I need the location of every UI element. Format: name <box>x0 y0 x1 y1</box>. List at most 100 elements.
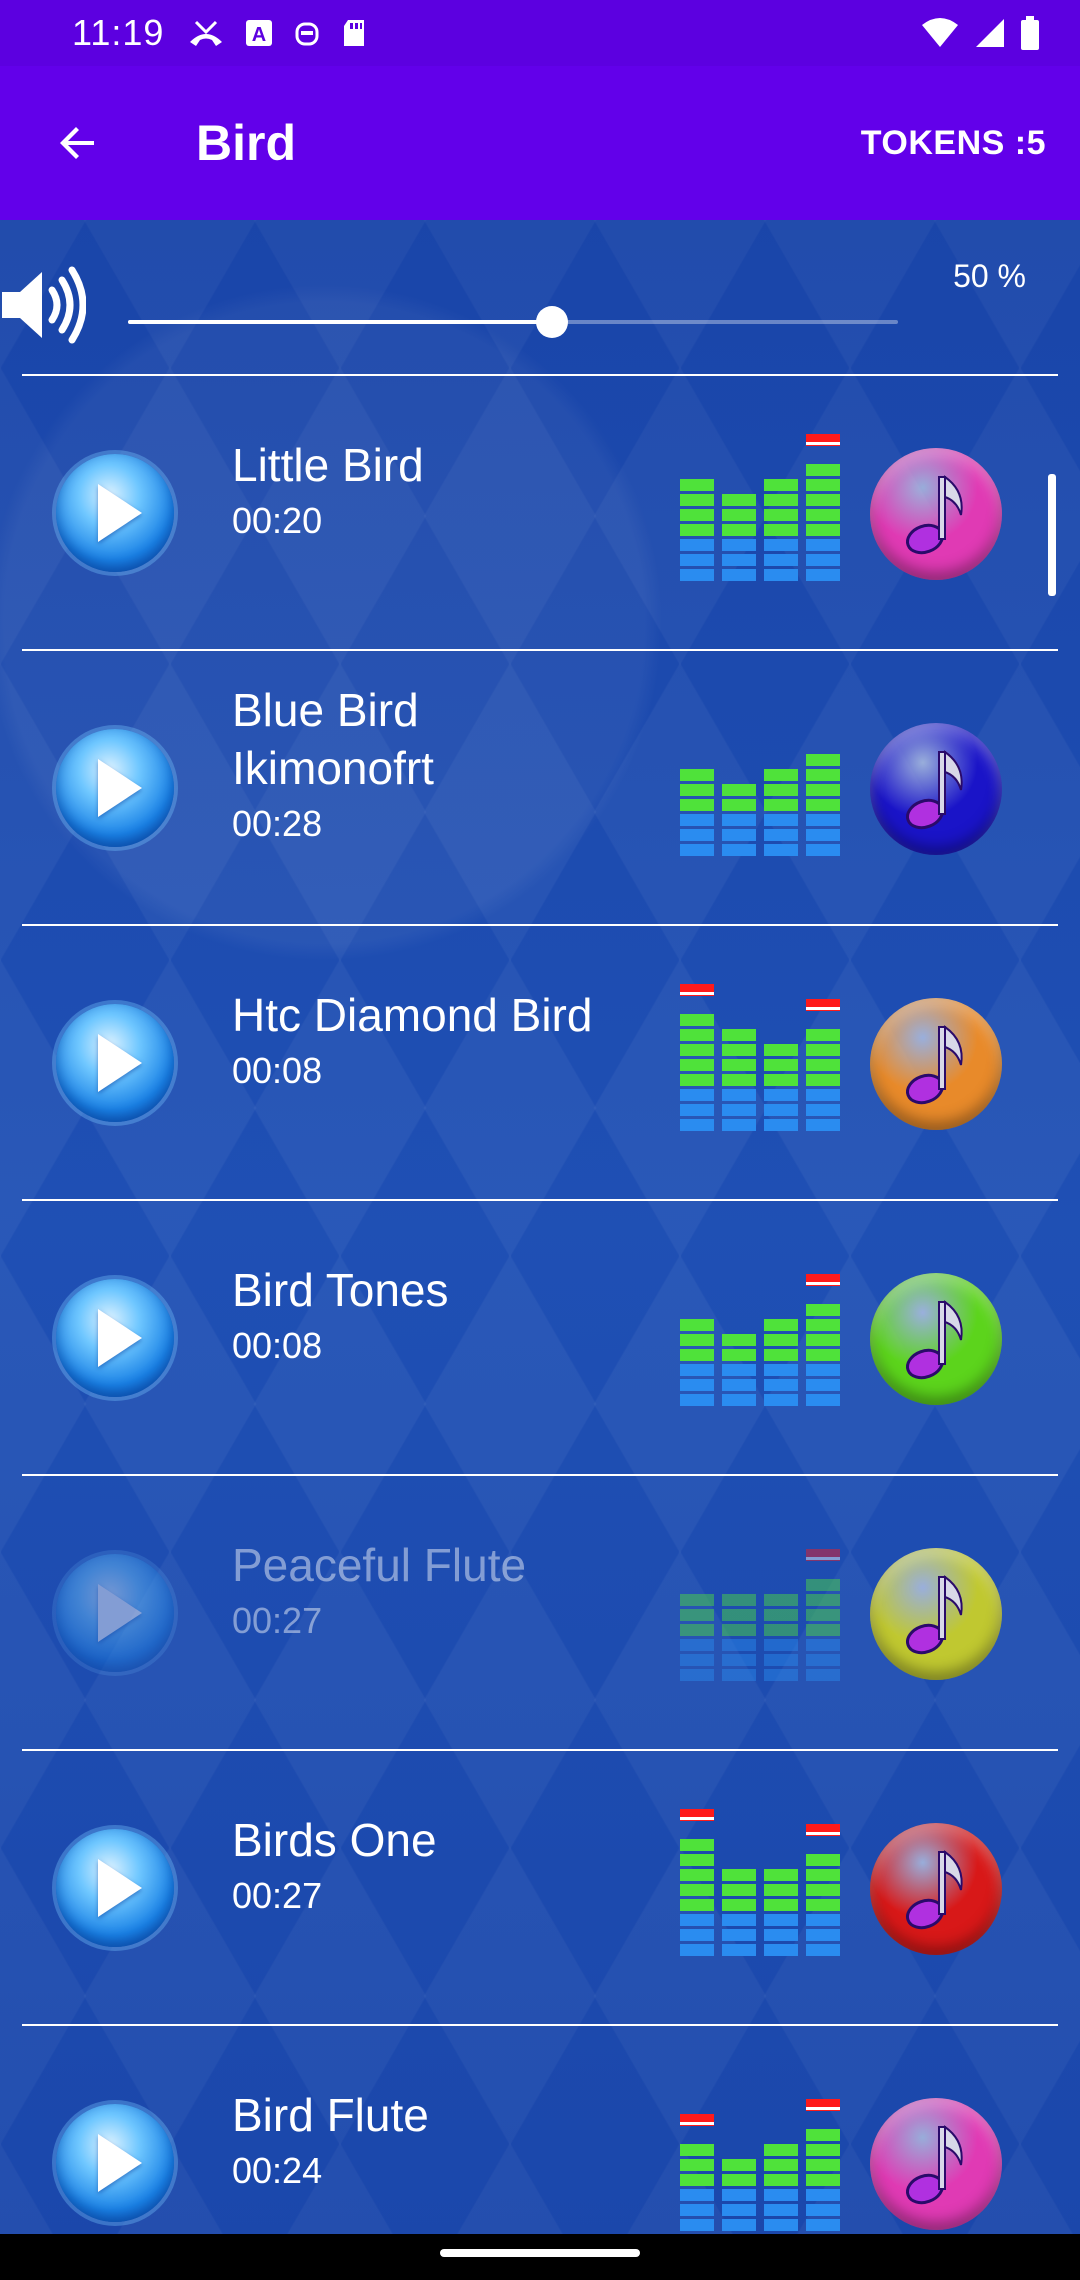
music-note-icon <box>906 1300 963 1380</box>
play-button[interactable] <box>56 1829 174 1947</box>
tokens-label[interactable]: TOKENS :5 <box>861 124 1046 163</box>
eq-segment-blue <box>722 554 756 566</box>
eq-segment-green <box>722 1044 756 1056</box>
track-list: Little Bird 00:20 Blue Bird Ikimonofrt 00:2… <box>0 376 1080 2234</box>
eq-segment-green <box>764 1319 798 1331</box>
eq-segment-blue <box>680 1639 714 1651</box>
music-note-icon <box>906 1575 963 1655</box>
ringtone-list-screen: 50 % Little Bird 00:20 Blue Bird Ikimonofr… <box>0 220 1080 2234</box>
track-text: Little Bird 00:20 <box>232 436 652 546</box>
set-ringtone-button[interactable] <box>870 1273 1002 1405</box>
eq-segment-green <box>722 1869 756 1881</box>
set-ringtone-button[interactable] <box>870 2098 1002 2230</box>
eq-segment-green <box>764 1349 798 1361</box>
eq-segment-blue <box>680 1364 714 1376</box>
eq-segment-blue <box>806 1089 840 1101</box>
eq-segment-green <box>806 1349 840 1361</box>
eq-peak-line <box>806 1282 840 1285</box>
track-title: Little Bird <box>232 439 424 491</box>
eq-segment-green <box>806 754 840 766</box>
play-button[interactable] <box>56 454 174 572</box>
eq-segment-blue <box>764 829 798 841</box>
track-row[interactable]: Bird Tones 00:08 <box>0 1201 1080 1476</box>
eq-segment-blue <box>722 1104 756 1116</box>
eq-segment-blue <box>806 1929 840 1941</box>
play-button[interactable] <box>56 1554 174 1672</box>
eq-segment-green <box>764 1884 798 1896</box>
eq-segment-blue <box>680 569 714 581</box>
navigation-bar <box>0 2234 1080 2280</box>
svg-text:A: A <box>252 24 266 46</box>
eq-segment-green <box>680 769 714 781</box>
set-ringtone-button[interactable] <box>870 1548 1002 1680</box>
eq-segment-green <box>806 2174 840 2186</box>
eq-segment-green <box>722 494 756 506</box>
eq-segment-blue <box>722 814 756 826</box>
track-duration: 00:08 <box>232 1050 323 1091</box>
equalizer-icon <box>680 984 840 1131</box>
track-row[interactable]: Bird Flute 00:24 <box>0 2026 1080 2234</box>
track-text: Htc Diamond Bird 00:08 <box>232 986 652 1096</box>
wifi-icon <box>922 18 958 47</box>
eq-segment-green <box>806 2159 840 2171</box>
volume-slider-thumb[interactable] <box>535 306 568 338</box>
set-ringtone-button[interactable] <box>870 998 1002 1130</box>
set-ringtone-button[interactable] <box>870 723 1002 855</box>
app-bar: Bird TOKENS :5 <box>0 66 1080 220</box>
eq-segment-blue <box>764 1119 798 1131</box>
eq-segment-green <box>722 1884 756 1896</box>
eq-segment-blue <box>680 1104 714 1116</box>
eq-segment-blue <box>806 2219 840 2231</box>
volume-icon[interactable] <box>0 260 86 350</box>
eq-segment-blue <box>806 2204 840 2216</box>
track-row[interactable]: Birds One 00:27 <box>0 1751 1080 2026</box>
eq-segment-blue <box>806 2189 840 2201</box>
scrollbar[interactable] <box>1048 474 1056 596</box>
eq-segment-green <box>764 1059 798 1071</box>
play-button[interactable] <box>56 1279 174 1397</box>
equalizer-icon <box>680 2099 840 2231</box>
eq-segment-green <box>806 1624 840 1636</box>
back-button[interactable] <box>30 95 126 191</box>
track-text: Peaceful Flute 00:27 <box>232 1536 652 1646</box>
eq-segment-green <box>680 2159 714 2171</box>
eq-segment-blue <box>806 1364 840 1376</box>
eq-segment-green <box>806 769 840 781</box>
eq-segment-green <box>806 1594 840 1606</box>
eq-segment-green <box>680 1609 714 1621</box>
track-row[interactable]: Blue Bird Ikimonofrt 00:28 <box>0 651 1080 926</box>
eq-segment-green <box>680 1349 714 1361</box>
eq-segment-green <box>764 1609 798 1621</box>
eq-segment-green <box>806 1884 840 1896</box>
home-handle[interactable] <box>440 2249 640 2257</box>
play-button[interactable] <box>56 1004 174 1122</box>
eq-segment-blue <box>722 1639 756 1651</box>
track-row[interactable]: Little Bird 00:20 <box>0 376 1080 651</box>
eq-segment-green <box>680 1059 714 1071</box>
sd-card-icon <box>344 20 365 46</box>
track-row[interactable]: Htc Diamond Bird 00:08 <box>0 926 1080 1201</box>
eq-segment-blue <box>722 1669 756 1681</box>
play-button[interactable] <box>56 729 174 847</box>
status-bar: 11:19 A <box>0 0 1080 66</box>
eq-segment-green <box>806 524 840 536</box>
eq-peak-line <box>680 1817 714 1820</box>
track-row[interactable]: Peaceful Flute 00:27 <box>0 1476 1080 1751</box>
play-button[interactable] <box>56 2104 174 2222</box>
eq-segment-blue <box>806 1944 840 1956</box>
eq-segment-blue <box>806 829 840 841</box>
eq-segment-blue <box>764 554 798 566</box>
volume-row: 50 % <box>0 220 1080 376</box>
eq-segment-blue <box>722 1364 756 1376</box>
eq-segment-green <box>722 784 756 796</box>
eq-segment-green <box>764 524 798 536</box>
set-ringtone-button[interactable] <box>870 448 1002 580</box>
eq-segment-green <box>680 1014 714 1026</box>
set-ringtone-button[interactable] <box>870 1823 1002 1955</box>
track-duration: 00:20 <box>232 500 323 541</box>
eq-segment-green <box>722 1349 756 1361</box>
eq-segment-blue <box>722 829 756 841</box>
eq-segment-green <box>806 1059 840 1071</box>
track-text: Blue Bird Ikimonofrt 00:28 <box>232 681 652 849</box>
volume-slider[interactable] <box>128 300 898 364</box>
